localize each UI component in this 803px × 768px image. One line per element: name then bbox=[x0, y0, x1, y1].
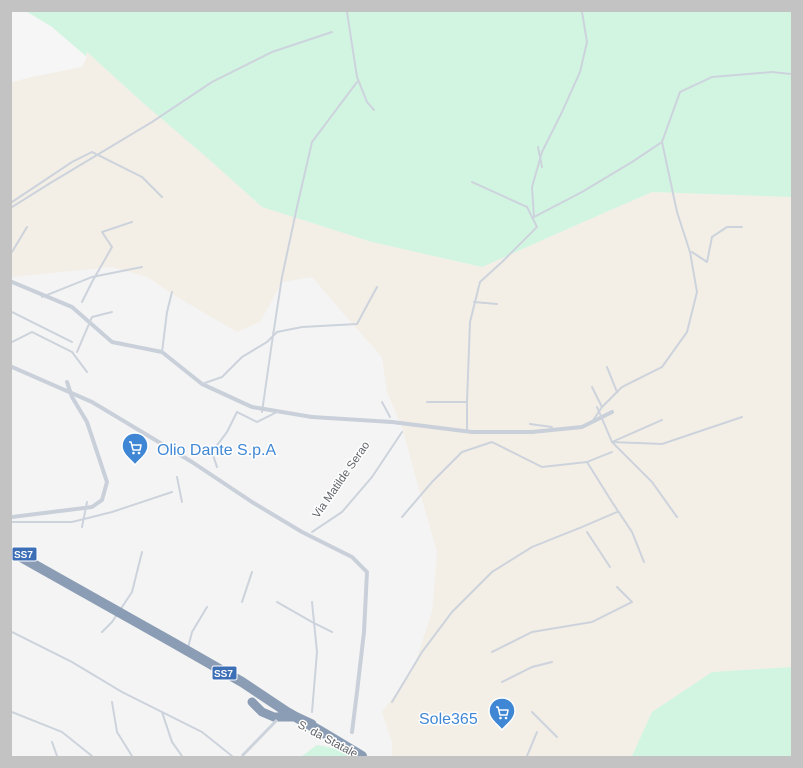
highway-shield-ss7-center: SS7 bbox=[211, 665, 238, 681]
shield-label: SS7 bbox=[214, 669, 233, 680]
shield-label: SS7 bbox=[14, 550, 33, 561]
map-viewport[interactable]: Via Matilde Serao S. da Statale SS7 SS7 … bbox=[12, 12, 791, 756]
highway-shield-ss7-left: SS7 bbox=[12, 546, 38, 562]
map-canvas[interactable]: Via Matilde Serao S. da Statale SS7 SS7 … bbox=[12, 12, 791, 756]
poi-label-sole365: Sole365 bbox=[419, 711, 478, 728]
poi-label-olio-dante: Olio Dante S.p.A bbox=[157, 442, 277, 459]
